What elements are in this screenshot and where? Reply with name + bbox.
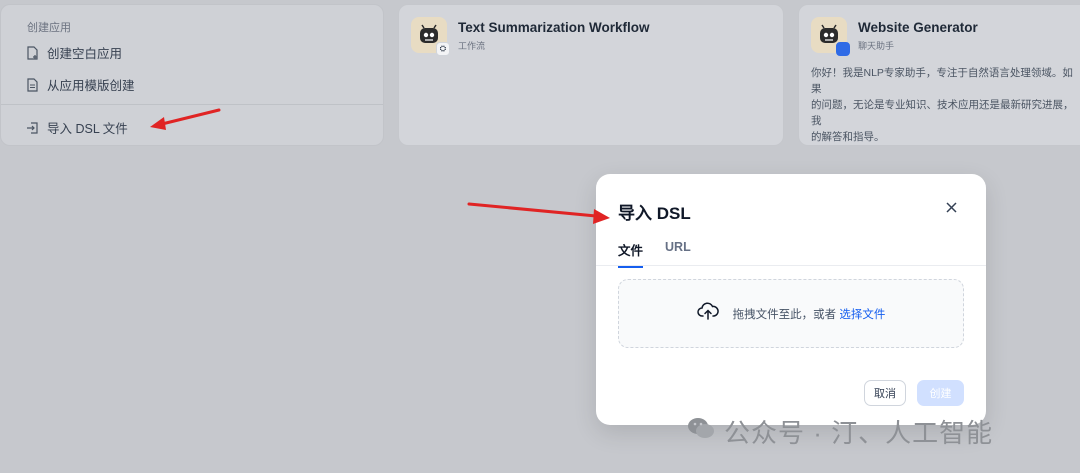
template-card-website-generator[interactable]: Website Generator 聊天助手 你好！我是NLP专家助手，专注于自… [798, 4, 1080, 146]
import-dsl-file-item[interactable]: 导入 DSL 文件 [25, 118, 128, 137]
upload-cloud-icon [696, 302, 719, 325]
select-file-link[interactable]: 选择文件 [839, 309, 885, 321]
create-card-divider [1, 104, 383, 105]
wechat-icon [686, 415, 716, 448]
dropzone-hint: 拖拽文件至此，或者 [732, 308, 840, 321]
create-button[interactable]: 创建 [917, 380, 964, 406]
cancel-button[interactable]: 取消 [864, 380, 906, 406]
create-blank-app-label: 创建空白应用 [47, 47, 123, 61]
import-dsl-file-label: 导入 DSL 文件 [47, 122, 128, 136]
tab-url[interactable]: URL [665, 240, 691, 268]
import-dsl-modal: 导入 DSL 文件 URL 拖拽文件至此，或者 选择文件 取消 创建 [596, 174, 986, 425]
import-icon [25, 121, 39, 135]
template-type: 聊天助手 [858, 41, 895, 51]
chat-badge-icon [836, 42, 850, 56]
workflow-badge-icon: ⛭ [436, 42, 450, 56]
template-card-text-summarization[interactable]: ⛭ Text Summarization Workflow 工作流 [398, 4, 784, 146]
template-name: Website Generator [858, 20, 978, 35]
file-dropzone[interactable]: 拖拽文件至此，或者 选择文件 [618, 279, 964, 348]
robot-avatar-icon [811, 17, 850, 56]
create-blank-app-item[interactable]: 创建空白应用 [25, 43, 122, 62]
close-icon [945, 200, 957, 218]
template-name: Text Summarization Workflow [458, 20, 650, 35]
create-from-template-label: 从应用模版创建 [47, 79, 135, 93]
import-tabs: 文件 URL [618, 240, 691, 268]
tabs-divider [596, 265, 986, 266]
dropzone-text: 拖拽文件至此，或者 选择文件 [733, 306, 886, 322]
robot-avatar-icon: ⛭ [411, 17, 450, 56]
template-description: 你好！我是NLP专家助手，专注于自然语言处理领域。如果 的问题，无论是专业知识、… [811, 67, 1074, 143]
tab-file[interactable]: 文件 [618, 240, 644, 268]
create-app-card: 创建应用 创建空白应用 从应用模版创建 导入 DSL 文件 [0, 4, 384, 146]
arrow-to-modal [467, 202, 610, 224]
watermark-text: 公众号 · 汀、人工智能 [724, 418, 994, 448]
watermark: 公众号 · 汀、人工智能 [686, 413, 993, 450]
template-type: 工作流 [458, 41, 486, 51]
create-app-title: 创建应用 [27, 22, 71, 34]
template-file-icon [25, 77, 39, 92]
close-button[interactable] [942, 200, 960, 218]
modal-title: 导入 DSL [618, 204, 691, 223]
create-from-template-item[interactable]: 从应用模版创建 [25, 75, 135, 94]
new-file-icon [25, 45, 39, 60]
